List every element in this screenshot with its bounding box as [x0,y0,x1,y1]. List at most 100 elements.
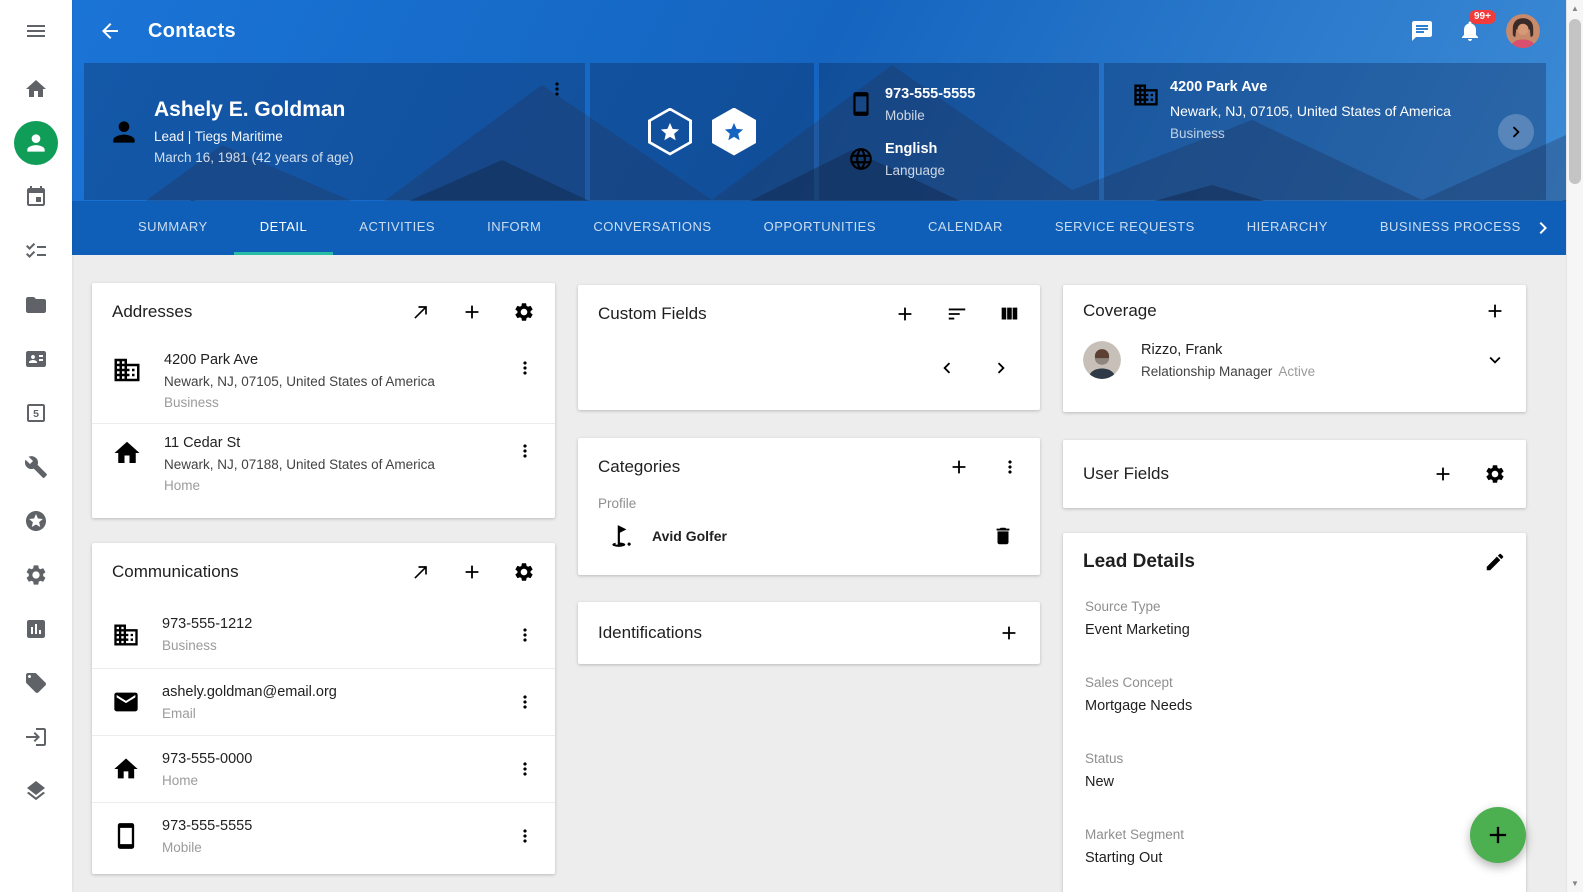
user-fields-add-button[interactable] [1432,463,1454,485]
coverage-expand-button[interactable] [1484,349,1506,371]
building-icon [112,355,142,385]
sidebar-item-folder[interactable] [0,278,72,332]
tab-activities[interactable]: ACTIVITIES [333,201,461,255]
custom-fields-sort-button[interactable] [946,303,968,325]
scrollbar-down-button[interactable]: ▼ [1567,875,1583,892]
communications-add-button[interactable] [461,561,483,583]
scrollbar-up-button[interactable]: ▲ [1567,0,1583,17]
addresses-open-button[interactable] [411,302,431,322]
kebab-icon [1000,457,1020,477]
folder-icon [24,293,48,317]
identity-panel: Ashely E. Goldman Lead | Tiegs Maritime … [84,63,585,200]
email-icon [112,688,140,716]
sidebar-item-menu[interactable] [0,0,72,62]
lead-details-edit-button[interactable] [1484,551,1506,573]
home-icon [112,755,140,783]
category-delete-button[interactable] [992,525,1014,547]
communication-overflow-button[interactable] [515,692,535,712]
next-panel-button[interactable] [1498,114,1534,150]
plus-icon [1484,300,1506,322]
page-scrollbar[interactable]: ▲ ▼ [1566,0,1583,892]
globe-icon [848,146,874,172]
page-previous-button[interactable] [936,357,958,379]
communication-list-item[interactable]: 973-555-0000Home [92,735,555,802]
communications-open-button[interactable] [411,562,431,582]
address-list-item[interactable]: 11 Cedar St Newark, NJ, 07188, United St… [92,423,555,506]
address-list-item[interactable]: 4200 Park Ave Newark, NJ, 07105, United … [92,341,555,423]
tab-inform[interactable]: INFORM [461,201,567,255]
custom-fields-columns-button[interactable] [998,303,1020,325]
tabs-scroll-right-button[interactable] [1520,201,1566,255]
communication-overflow-button[interactable] [515,625,535,645]
identifications-add-button[interactable] [998,622,1020,644]
primary-address-type: Business [1170,126,1451,141]
back-button[interactable] [98,19,122,43]
category-list-item[interactable]: Avid Golfer [578,519,1040,553]
gear-icon [513,561,535,583]
sidebar-item-settings[interactable] [0,548,72,602]
addresses-settings-button[interactable] [513,301,535,323]
sidebar-item-sign-in[interactable] [0,710,72,764]
tab-conversations[interactable]: CONVERSATIONS [567,201,737,255]
categories-overflow-button[interactable] [1000,457,1020,477]
address-overflow-button[interactable] [515,358,535,378]
plus-icon [1432,463,1454,485]
communication-value: ashely.goldman@email.org [162,684,337,700]
communication-overflow-button[interactable] [515,826,535,846]
sidebar-item-notes[interactable]: 5 [0,386,72,440]
sidebar-item-contact-card[interactable] [0,332,72,386]
sidebar-item-layers[interactable] [0,764,72,818]
communication-overflow-button[interactable] [515,759,535,779]
address-overflow-button[interactable] [515,441,535,461]
categories-add-button[interactable] [948,456,970,478]
sidebar-item-featured[interactable] [0,494,72,548]
sidebar-item-home[interactable] [0,62,72,116]
sidebar-item-tags[interactable] [0,656,72,710]
custom-fields-title: Custom Fields [598,304,707,324]
contact-card-icon [24,347,48,371]
communication-list-item[interactable]: 973-555-5555Mobile [92,802,555,869]
sidebar-item-tools[interactable] [0,440,72,494]
chevron-down-icon [1484,349,1506,371]
notifications-button[interactable]: 99+ [1458,19,1482,43]
user-fields-settings-button[interactable] [1484,463,1506,485]
add-fab-button[interactable] [1470,807,1526,863]
page-next-button[interactable] [990,357,1012,379]
coverage-list-item[interactable]: Rizzo, Frank Relationship ManagerActive [1063,337,1526,379]
primary-phone-label: Mobile [885,108,975,123]
notification-count-badge: 99+ [1469,10,1496,24]
communication-list-item[interactable]: ashely.goldman@email.orgEmail [92,668,555,735]
tab-hierarchy[interactable]: HIERARCHY [1221,201,1354,255]
primary-phone-row: 973-555-5555 Mobile [837,86,1081,123]
sidebar-item-tasks[interactable] [0,224,72,278]
tab-calendar[interactable]: CALENDAR [902,201,1029,255]
tab-service-requests[interactable]: SERVICE REQUESTS [1029,201,1221,255]
user-fields-title: User Fields [1083,464,1169,484]
primary-phone-value: 973-555-5555 [885,86,975,102]
scrollbar-thumb[interactable] [1569,19,1581,184]
communications-settings-button[interactable] [513,561,535,583]
coverage-card: Coverage Rizzo, Frank Relationship M [1063,285,1526,412]
golf-flag-icon [608,523,634,549]
sidebar-item-calendar[interactable] [0,170,72,224]
kebab-icon [515,692,535,712]
coverage-add-button[interactable] [1484,300,1506,322]
tab-detail[interactable]: DETAIL [234,201,334,255]
lead-field-label: Source Type [1085,599,1504,614]
chevron-left-icon [936,357,958,379]
communication-type: Home [162,773,252,788]
hexagon-star-badge-2[interactable] [712,108,756,156]
tab-summary[interactable]: SUMMARY [112,201,234,255]
sidebar-item-contacts-active[interactable] [0,116,72,170]
app-bar: Contacts 99+ [72,0,1566,62]
identity-overflow-button[interactable] [547,79,567,99]
sidebar-item-analytics[interactable] [0,602,72,656]
user-avatar[interactable] [1506,14,1540,48]
communication-list-item[interactable]: 973-555-1212Business [92,601,555,668]
category-label: Avid Golfer [652,528,727,544]
custom-fields-add-button[interactable] [894,303,916,325]
addresses-add-button[interactable] [461,301,483,323]
hexagon-star-badge-1[interactable] [648,108,692,156]
chat-button[interactable] [1410,19,1434,43]
tab-opportunities[interactable]: OPPORTUNITIES [738,201,902,255]
